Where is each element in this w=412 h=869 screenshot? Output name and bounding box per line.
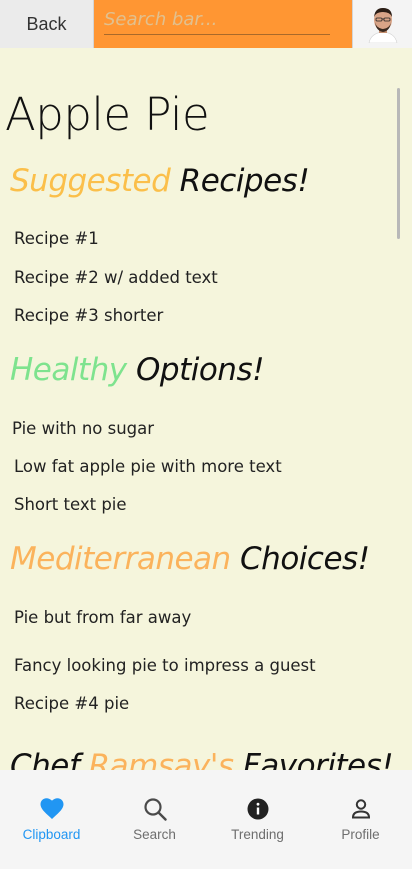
bottom-navigation: Clipboard Search Trending Profile (0, 770, 412, 869)
search-bar (94, 0, 352, 48)
nav-label: Trending (231, 827, 284, 842)
nav-label: Search (133, 827, 176, 842)
recipe-item[interactable]: Recipe #4 pie (14, 694, 129, 713)
section-accent: Healthy (10, 352, 127, 388)
person-icon (348, 796, 374, 822)
section-rest: Recipes! (170, 163, 310, 199)
recipe-item[interactable]: Low fat apple pie with more text (14, 457, 282, 476)
recipe-item[interactable]: Short text pie (14, 495, 127, 514)
back-button[interactable]: Back (0, 0, 94, 48)
info-icon (245, 796, 271, 822)
section-rest: Options! (126, 352, 265, 388)
top-bar: Back (0, 0, 412, 48)
nav-item-search[interactable]: Search (103, 770, 206, 869)
section-rest: Favorites! (233, 748, 394, 770)
section-title-chef-favorites: Chef Ramsay's Favorites! (10, 748, 394, 770)
recipe-item[interactable]: Fancy looking pie to impress a guest (14, 656, 316, 675)
recipe-item[interactable]: Pie but from far away (14, 608, 191, 627)
search-input[interactable] (104, 5, 330, 35)
section-title-mediterranean: Mediterranean Choices! (10, 541, 370, 577)
section-prefix: Chef (10, 748, 89, 770)
section-title-suggested: Suggested Recipes! (10, 163, 310, 199)
recipe-list-area[interactable]: Apple Pie Suggested Recipes! Recipe #1 R… (0, 48, 412, 770)
recipe-item[interactable]: Pie with no sugar (12, 419, 154, 438)
scrollbar[interactable] (397, 88, 400, 239)
nav-item-profile[interactable]: Profile (309, 770, 412, 869)
avatar-button[interactable] (352, 0, 412, 48)
avatar (365, 5, 400, 43)
search-icon (142, 796, 168, 822)
nav-label: Profile (341, 827, 380, 842)
nav-label: Clipboard (22, 827, 81, 842)
recipe-item[interactable]: Recipe #3 shorter (14, 306, 163, 325)
heart-icon (39, 796, 65, 822)
nav-item-trending[interactable]: Trending (206, 770, 309, 869)
section-title-healthy: Healthy Options! (10, 352, 265, 388)
section-accent: Mediterranean (10, 541, 231, 577)
recipe-item[interactable]: Recipe #1 (14, 229, 99, 248)
nav-item-clipboard[interactable]: Clipboard (0, 770, 103, 869)
section-accent: Suggested (10, 163, 171, 199)
section-accent: Ramsay's (88, 748, 234, 770)
recipe-item[interactable]: Recipe #2 w/ added text (14, 268, 218, 287)
section-rest: Choices! (230, 541, 370, 577)
page-title: Apple Pie (5, 88, 210, 141)
